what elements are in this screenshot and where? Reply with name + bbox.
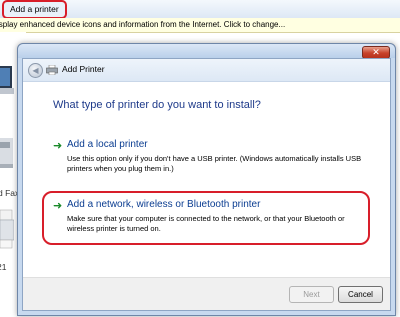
close-icon: ✕ — [372, 47, 380, 57]
add-network-printer-option[interactable]: ➜ Add a network, wireless or Bluetooth p… — [53, 199, 363, 239]
cancel-button[interactable]: Cancel — [338, 286, 383, 303]
dialog-footer: Next Cancel — [23, 277, 390, 310]
computer-icon[interactable] — [0, 62, 14, 98]
dialog-title: Add Printer — [62, 64, 105, 74]
next-button[interactable]: Next — [289, 286, 334, 303]
toolbar: Add a printer — [0, 0, 400, 19]
printer-device-icon[interactable] — [0, 204, 14, 256]
option-description: Make sure that your computer is connecte… — [67, 214, 345, 233]
fax-device-icon[interactable] — [0, 132, 14, 172]
green-right-arrow-icon: ➜ — [53, 140, 63, 152]
printer-icon — [46, 65, 58, 75]
green-right-arrow-icon: ➜ — [53, 200, 63, 212]
add-printer-dialog: ✕ ◀ Add Printer What type of printer do … — [17, 43, 396, 316]
question-heading: What type of printer do you want to inst… — [53, 99, 261, 111]
back-arrow-icon: ◀ — [32, 66, 39, 75]
add-local-printer-option[interactable]: ➜ Add a local printer Use this option on… — [53, 139, 363, 179]
printer-device-label: 21 — [0, 262, 7, 272]
option-title[interactable]: Add a network, wireless or Bluetooth pri… — [67, 199, 260, 210]
option-title[interactable]: Add a local printer — [67, 139, 148, 150]
dialog-content: ◀ Add Printer What type of printer do yo… — [22, 58, 391, 311]
information-bar[interactable]: isplay enhanced device icons and informa… — [0, 18, 400, 33]
back-button[interactable]: ◀ — [28, 63, 43, 78]
add-printer-button[interactable]: Add a printer — [2, 0, 67, 19]
dialog-title-bar[interactable] — [18, 44, 395, 58]
dialog-header: ◀ Add Printer — [23, 59, 390, 82]
option-description: Use this option only if you don't have a… — [67, 154, 362, 173]
information-bar-text: isplay enhanced device icons and informa… — [0, 20, 286, 29]
